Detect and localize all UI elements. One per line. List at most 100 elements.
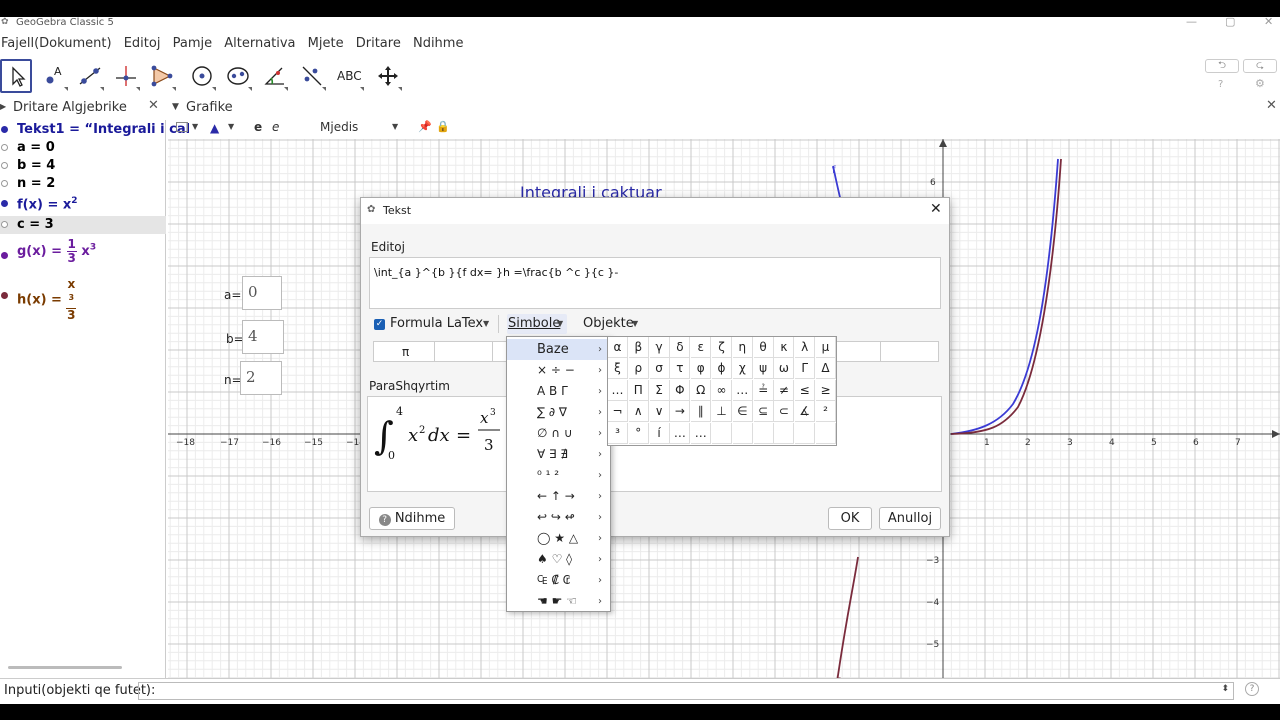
undo-button[interactable]: ⮌: [1205, 59, 1239, 73]
visibility-dot-icon[interactable]: [1, 252, 8, 259]
close-graphics-icon[interactable]: ✕: [1266, 98, 1277, 113]
reflect-tool-button[interactable]: [296, 59, 328, 93]
lock-icon[interactable]: 🔒: [436, 120, 450, 133]
settings-gear-icon[interactable]: ⚙: [1255, 77, 1265, 90]
menu-tools[interactable]: Mjete: [308, 36, 344, 51]
symbol-cell[interactable]: →: [670, 401, 691, 423]
symbol-cell[interactable]: ε: [691, 337, 712, 358]
symbol-cell[interactable]: ∨: [649, 401, 670, 423]
visibility-dot-icon[interactable]: [1, 292, 8, 299]
symbol-cell[interactable]: ψ: [753, 358, 774, 380]
symbol-cell[interactable]: α: [608, 337, 628, 358]
symbol-cell[interactable]: ⊆: [753, 401, 774, 423]
input-a-field[interactable]: 0: [242, 276, 282, 310]
symbols-category-item[interactable]: ☚ ☛ ☜ ›: [507, 591, 610, 612]
ellipse-tool-button[interactable]: [222, 59, 254, 93]
dropdown-triangle-icon[interactable]: ▼: [192, 122, 198, 131]
symbol-cell[interactable]: ²: [816, 401, 836, 423]
symbol-cell[interactable]: β: [628, 337, 649, 358]
symbol-cell[interactable]: ≥: [816, 379, 836, 401]
symbol-cell[interactable]: φ: [691, 358, 712, 380]
curve-h[interactable]: [950, 158, 1062, 435]
symbol-cell[interactable]: Δ: [816, 358, 836, 380]
latex-checkbox[interactable]: ✓: [374, 319, 385, 330]
symbol-cell[interactable]: ∈: [732, 401, 753, 423]
close-dialog-icon[interactable]: ✕: [930, 201, 942, 217]
symbol-cell[interactable]: ω: [774, 358, 795, 380]
dropdown-triangle-icon[interactable]: ▼: [228, 122, 234, 131]
menu-options[interactable]: Alternativa: [224, 36, 295, 51]
line-color-icon[interactable]: ▲: [210, 121, 219, 135]
ok-button[interactable]: OK: [828, 507, 872, 530]
dropdown-triangle-icon[interactable]: ▼: [392, 122, 398, 131]
collapse-triangle-icon[interactable]: ▶: [0, 102, 6, 111]
move-view-tool-button[interactable]: [372, 59, 404, 93]
visibility-dot-icon[interactable]: [1, 126, 8, 133]
symbol-cell[interactable]: σ: [649, 358, 670, 380]
visibility-dot-icon[interactable]: [1, 221, 8, 228]
symbol-cell[interactable]: Φ: [670, 379, 691, 401]
symbol-cell[interactable]: ∡: [795, 401, 816, 423]
symbol-cell[interactable]: Ω: [691, 379, 712, 401]
symbol-cell[interactable]: …: [670, 422, 691, 444]
line-tool-button[interactable]: [74, 59, 106, 93]
dropdown-triangle-icon[interactable]: ▼: [483, 319, 489, 328]
text-size-select[interactable]: Mjedis: [320, 120, 358, 134]
edit-text-area[interactable]: \int_{a }^{b }{f dx= }h =\frac{b ^c }{c …: [369, 257, 941, 309]
collapse-triangle-icon[interactable]: ▼: [172, 102, 179, 112]
symbols-category-item[interactable]: ∀ ∃ ∄ ›: [507, 444, 610, 465]
symbol-cell[interactable]: λ: [795, 337, 816, 358]
symbol-cell[interactable]: Γ: [795, 358, 816, 380]
symbol-cell[interactable]: [732, 422, 753, 444]
symbol-cell[interactable]: [753, 422, 774, 444]
dropdown-triangle-icon[interactable]: ▼: [632, 319, 638, 328]
symbol-cell[interactable]: °: [628, 422, 649, 444]
symbols-category-item[interactable]: × ÷ − ›: [507, 360, 610, 381]
symbol-cell[interactable]: …: [608, 379, 628, 401]
symbol-cell[interactable]: [795, 422, 816, 444]
symbol-cell[interactable]: ¬: [608, 401, 628, 423]
symbol-cell[interactable]: χ: [732, 358, 753, 380]
symbol-cell[interactable]: ρ: [628, 358, 649, 380]
symbols-menu-button[interactable]: Simbole ▼: [507, 314, 567, 334]
symbol-cell[interactable]: ζ: [712, 337, 732, 358]
circle-tool-button[interactable]: [186, 59, 218, 93]
input-b-field[interactable]: 4: [242, 320, 284, 354]
symbol-cell[interactable]: ³: [608, 422, 628, 444]
symbol-cell[interactable]: ≤: [795, 379, 816, 401]
pin-icon[interactable]: 📌: [418, 120, 432, 133]
italic-button[interactable]: e: [272, 120, 279, 134]
redo-button[interactable]: ⮎: [1243, 59, 1277, 73]
symbols-category-item[interactable]: ₠ ₡ ₢ ›: [507, 570, 610, 591]
help-circle-icon[interactable]: ?: [1218, 79, 1223, 90]
algebra-scrollbar[interactable]: [8, 666, 122, 669]
symbols-category-item[interactable]: Baze ›: [507, 339, 610, 360]
symbol-cell[interactable]: …: [732, 379, 753, 401]
symbols-category-item[interactable]: ⁰ ¹ ² ›: [507, 465, 610, 486]
symbol-cell[interactable]: …: [691, 422, 712, 444]
close-window-icon[interactable]: ✕: [1264, 17, 1273, 28]
input-help-icon[interactable]: ?: [1245, 682, 1259, 696]
symbol-cell[interactable]: η: [732, 337, 753, 358]
symbol-cell[interactable]: Π: [628, 379, 649, 401]
cancel-button[interactable]: Anulloj: [879, 507, 941, 530]
symbol-cell[interactable]: θ: [753, 337, 774, 358]
visibility-dot-icon[interactable]: [1, 144, 8, 151]
symbol-cell[interactable]: Σ: [649, 379, 670, 401]
symbol-cell[interactable]: [774, 422, 795, 444]
objects-menu-button[interactable]: Objekte: [583, 316, 634, 331]
visibility-dot-icon[interactable]: [1, 180, 8, 187]
menu-view[interactable]: Pamje: [173, 36, 213, 51]
angle-tool-button[interactable]: [258, 59, 290, 93]
symbol-cell[interactable]: τ: [670, 358, 691, 380]
curve-blue[interactable]: [950, 158, 1059, 435]
latex-label[interactable]: Formula LaTex: [390, 316, 483, 331]
menu-edit[interactable]: Editoj: [124, 36, 161, 51]
pi-symbol-button[interactable]: π: [402, 345, 409, 359]
algebra-item-c[interactable]: c = 3: [0, 216, 166, 234]
symbol-cell[interactable]: ⊂: [774, 401, 795, 423]
symbols-category-item[interactable]: ← ↑ → ›: [507, 486, 610, 507]
text-tool-button[interactable]: ABC: [334, 59, 366, 93]
input-history-icon[interactable]: ⬍: [1221, 684, 1229, 694]
symbol-cell[interactable]: μ: [816, 337, 836, 358]
